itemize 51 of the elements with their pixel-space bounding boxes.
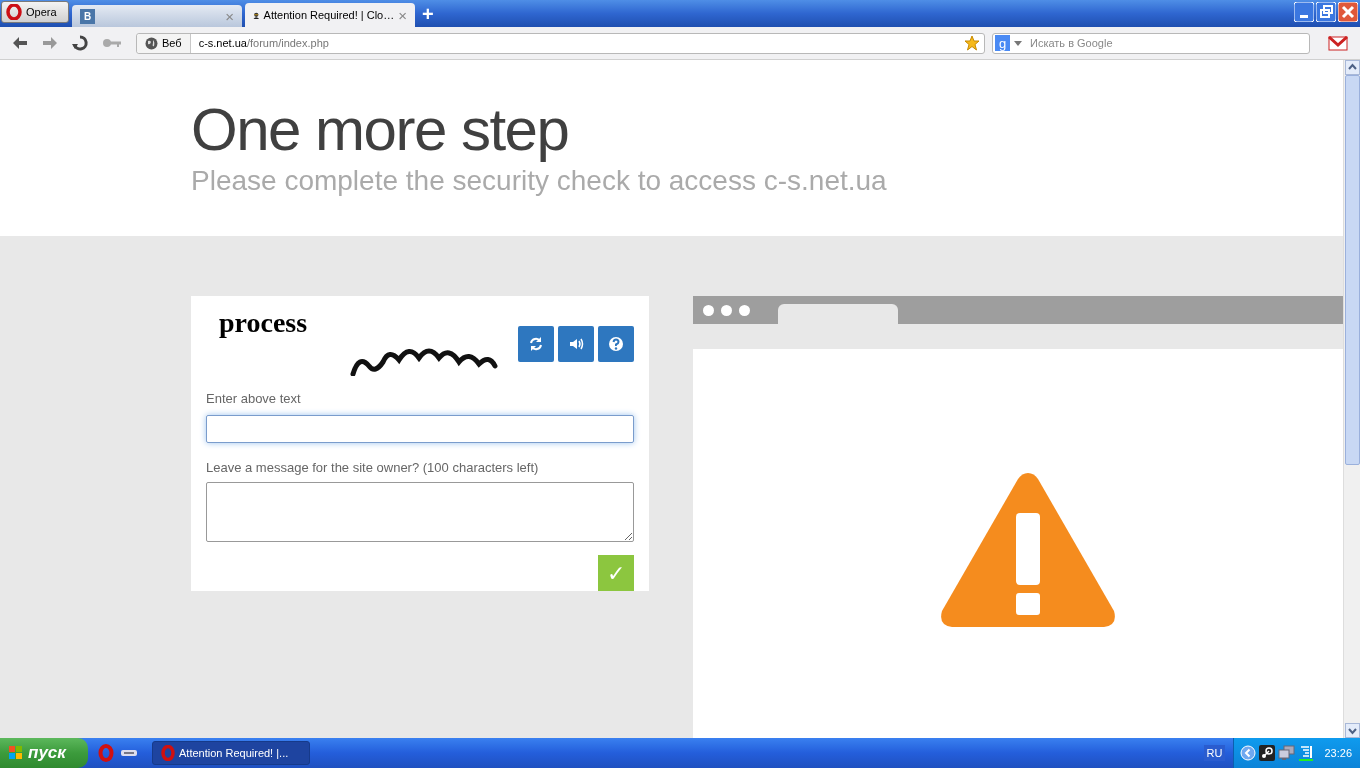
- restore-icon[interactable]: [1316, 2, 1336, 22]
- network-device-icon[interactable]: [120, 748, 138, 758]
- speaker-button[interactable]: [558, 326, 594, 362]
- site-label: Веб: [162, 35, 182, 51]
- field-label: Leave a message for the site owner? (100 characters left): [206, 458, 540, 477]
- help-button[interactable]: [598, 326, 634, 362]
- field-label: Enter above text: [206, 390, 302, 408]
- opera-menu-button[interactable]: Opera: [1, 1, 69, 23]
- refresh-icon: [527, 335, 545, 353]
- browser-tab[interactable]: В ×: [72, 5, 242, 27]
- forward-icon[interactable]: [42, 36, 58, 50]
- captcha-word: process: [219, 308, 309, 338]
- signal-meter-icon[interactable]: [1299, 745, 1314, 761]
- page-heading: One more step: [191, 96, 570, 164]
- close-tab-icon[interactable]: ×: [398, 7, 407, 23]
- opera-logo-icon: [161, 745, 175, 761]
- address-field[interactable]: Веб c-s.net.ua/forum/index.php: [136, 32, 985, 54]
- browser-tab[interactable]: Attention Required! | Clo… ×: [245, 3, 415, 27]
- search-field[interactable]: g Искать в Google: [992, 32, 1310, 54]
- start-button[interactable]: пуск: [0, 738, 88, 768]
- close-tab-icon[interactable]: ×: [225, 8, 234, 24]
- search-placeholder: Искать в Google: [1030, 35, 1113, 51]
- new-tab-icon[interactable]: +: [422, 4, 434, 24]
- taskbar-button[interactable]: Attention Required! |...: [152, 741, 310, 765]
- scroll-up-icon[interactable]: [1344, 60, 1360, 75]
- page-subheading: Please complete the security check to access c-s.net.ua: [191, 164, 888, 198]
- language-indicator[interactable]: RU: [1203, 744, 1226, 762]
- close-icon[interactable]: [1338, 2, 1358, 22]
- minimize-icon[interactable]: [1294, 2, 1314, 22]
- captcha-input-field[interactable]: [206, 414, 634, 443]
- chevron-left-icon[interactable]: [1240, 745, 1257, 761]
- back-icon[interactable]: [12, 36, 28, 50]
- mail-icon[interactable]: [1328, 35, 1348, 51]
- windows-flag-icon: [8, 745, 24, 761]
- reload-icon[interactable]: [72, 35, 88, 51]
- clock: 23:26: [1324, 745, 1352, 761]
- opera-logo-icon: [6, 4, 22, 20]
- search-engine-icon[interactable]: g: [995, 35, 1010, 51]
- scroll-down-icon[interactable]: [1344, 723, 1360, 738]
- tab-title: Attention Required! | Clo…: [263, 7, 395, 23]
- message-field[interactable]: [206, 482, 634, 542]
- scrollbar[interactable]: [1343, 60, 1360, 738]
- url-text: c-s.net.ua/forum/index.php: [197, 35, 330, 51]
- steam-icon[interactable]: [1259, 745, 1276, 761]
- help-icon: [607, 335, 625, 353]
- star-icon[interactable]: [964, 35, 980, 51]
- globe-icon: [145, 36, 158, 50]
- dropdown-caret-icon[interactable]: [1014, 40, 1022, 46]
- network-computers-icon[interactable]: [1278, 745, 1297, 761]
- refresh-button[interactable]: [518, 326, 554, 362]
- site-logo-icon: В: [80, 8, 95, 24]
